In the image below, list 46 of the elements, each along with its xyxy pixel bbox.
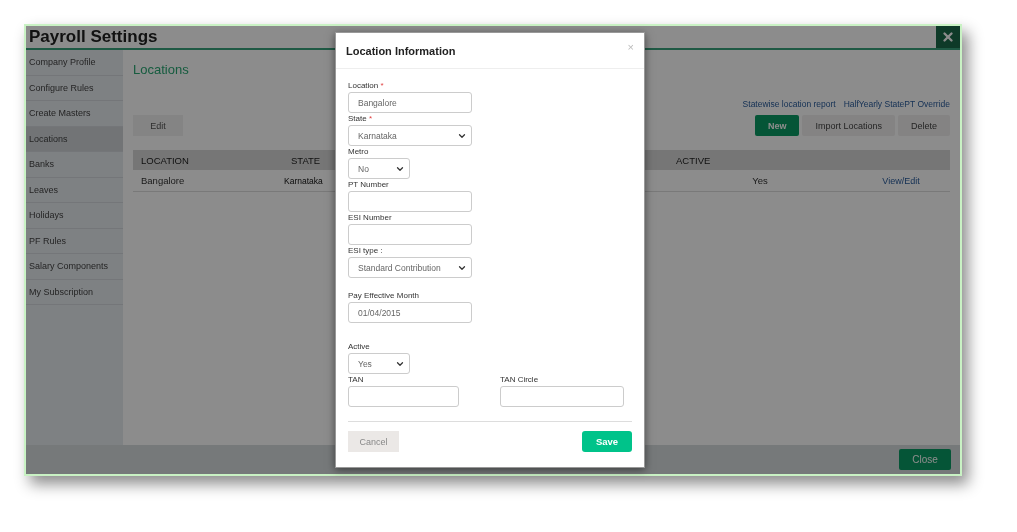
field-label: ESI Number xyxy=(348,212,393,224)
field-label: State * xyxy=(348,113,374,125)
sidebar-item[interactable]: Leaves xyxy=(26,177,123,203)
field-label: Active xyxy=(348,341,371,353)
table-cell: Yes xyxy=(668,170,844,192)
sidebar-item[interactable]: Locations xyxy=(26,126,123,152)
page-heading: Locations xyxy=(133,62,190,77)
field-label: ESI type : xyxy=(348,245,384,257)
sidebar-item[interactable]: Salary Components xyxy=(26,254,123,280)
report-link[interactable]: Statewise location report xyxy=(742,99,836,109)
sidebar-item[interactable]: My Subscription xyxy=(26,279,123,305)
sidebar-item[interactable]: Create Masters xyxy=(26,101,123,127)
select-field[interactable]: Standard Contribution xyxy=(348,257,472,278)
select-field[interactable]: Yes xyxy=(348,353,410,374)
input-field[interactable] xyxy=(348,224,472,245)
input-field[interactable]: 01/04/2015 xyxy=(348,302,472,323)
field-label: PT Number xyxy=(348,179,390,191)
save-button[interactable]: Save xyxy=(582,431,632,452)
report-link[interactable]: HalfYearly StatePT Override xyxy=(843,99,950,109)
column-header: LOCATION xyxy=(133,150,283,170)
close-icon xyxy=(941,30,955,44)
action-button[interactable]: Import Locations xyxy=(802,115,895,136)
table-cell: Bangalore xyxy=(133,170,283,192)
sidebar-item[interactable]: Banks xyxy=(26,152,123,178)
action-button[interactable]: Delete xyxy=(898,115,950,136)
select-field[interactable]: Karnataka xyxy=(348,125,472,146)
sidebar-item[interactable]: Company Profile xyxy=(26,50,123,76)
close-button[interactable] xyxy=(936,26,960,48)
field-label: TAN xyxy=(348,374,365,386)
field-label: Location * xyxy=(348,80,385,92)
column-header: ACTIVE xyxy=(668,150,844,170)
field-label: TAN Circle xyxy=(500,374,540,386)
view-edit-link[interactable]: View/Edit xyxy=(882,175,920,186)
input-field[interactable] xyxy=(348,386,459,407)
dialog-title: Location Information xyxy=(346,44,456,57)
close-button[interactable]: Close xyxy=(899,449,951,470)
field-label: Pay Effective Month xyxy=(348,290,420,302)
sidebar-item[interactable]: Holidays xyxy=(26,203,123,229)
sidebar-item[interactable]: Configure Rules xyxy=(26,75,123,101)
input-field[interactable] xyxy=(500,386,624,407)
sidebar-item[interactable]: PF Rules xyxy=(26,228,123,254)
input-field[interactable] xyxy=(348,191,472,212)
action-button[interactable]: New xyxy=(754,115,800,136)
window-title: Payroll Settings xyxy=(28,27,158,47)
select-field[interactable]: No xyxy=(348,158,410,179)
input-field[interactable]: Bangalore xyxy=(348,92,472,113)
